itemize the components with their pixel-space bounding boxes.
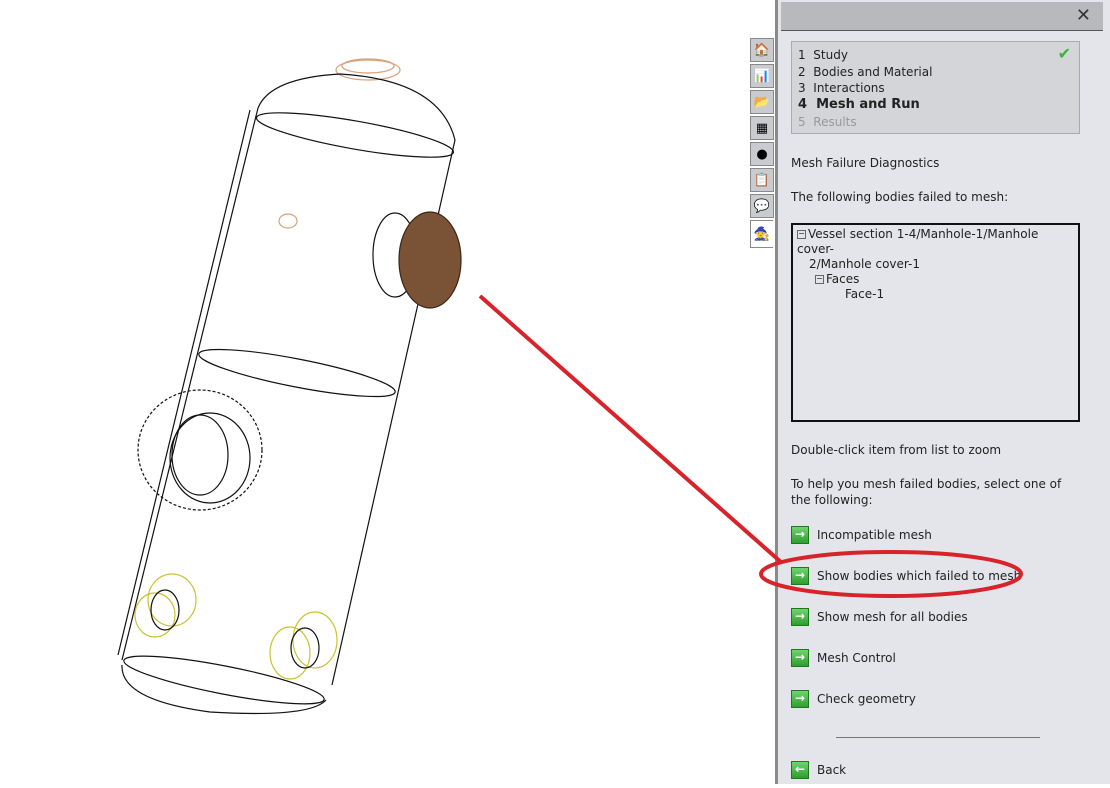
show-failed-bodies-link[interactable]: → Show bodies which failed to mesh [791, 567, 1021, 585]
help-text: To help you mesh failed bodies, select o… [791, 477, 1062, 507]
step-list: ✔ 1 Study 2 Bodies and Material 3 Intera… [791, 41, 1080, 134]
collapse-icon[interactable]: − [815, 275, 824, 284]
show-mesh-all-link[interactable]: → Show mesh for all bodies [791, 608, 968, 626]
manhole-cover [398, 211, 462, 309]
chart-icon[interactable]: 📊 [750, 64, 774, 88]
collapse-icon[interactable]: − [797, 230, 806, 239]
step-bodies-and-material[interactable]: 2 Bodies and Material [798, 64, 1073, 81]
panel-header: ✕ [781, 2, 1103, 31]
notes-icon[interactable]: 📋 [750, 168, 774, 192]
close-icon[interactable]: ✕ [1076, 5, 1091, 26]
arrow-right-icon: → [791, 608, 809, 626]
home-icon[interactable]: 🏠 [750, 38, 774, 62]
side-tabs: 🏠 📊 📂 ▦ ● 📋 💬 🧙 [750, 38, 774, 250]
step-results: 5 Results [798, 114, 857, 129]
step-interactions[interactable]: 3 Interactions [798, 80, 1073, 97]
incompatible-mesh-link[interactable]: → Incompatible mesh [791, 526, 932, 544]
mesh-control-link[interactable]: → Mesh Control [791, 649, 896, 667]
chat-icon[interactable]: 💬 [750, 194, 774, 218]
tree-item-face[interactable]: Face-1 [797, 287, 1074, 302]
step-mesh-and-run[interactable]: 4 Mesh and Run [798, 97, 1073, 114]
step-study[interactable]: 1 Study [798, 47, 1073, 64]
tree-item-body-cont[interactable]: 2/Manhole cover-1 [797, 257, 1074, 272]
simulation-advisor-panel: ✕ ✔ 1 Study 2 Bodies and Material 3 Inte… [775, 0, 1110, 784]
zoom-hint: Double-click item from list to zoom [791, 443, 1002, 457]
arrow-right-icon: → [791, 526, 809, 544]
vessel-model [117, 58, 462, 715]
tree-item-body[interactable]: − Vessel section 1-4/Manhole-1/Manhole co… [797, 227, 1074, 257]
divider [836, 737, 1040, 738]
arrow-right-icon: → [791, 567, 809, 585]
folder-icon[interactable]: 📂 [750, 90, 774, 114]
arrow-left-icon: ← [791, 761, 809, 779]
failed-bodies-label: The following bodies failed to mesh: [791, 190, 1009, 204]
wizard-icon[interactable]: 🧙 [750, 220, 773, 248]
checkmark-icon: ✔ [1057, 44, 1071, 63]
section-title: Mesh Failure Diagnostics [791, 156, 940, 170]
arrow-right-icon: → [791, 649, 809, 667]
failed-bodies-tree[interactable]: − Vessel section 1-4/Manhole-1/Manhole co… [791, 223, 1080, 422]
color-icon[interactable]: ● [750, 142, 774, 166]
tree-item-faces[interactable]: − Faces [797, 272, 1074, 287]
arrow-right-icon: → [791, 690, 809, 708]
cad-viewport[interactable] [0, 0, 748, 784]
layout-icon[interactable]: ▦ [750, 116, 774, 140]
back-link[interactable]: ← Back [791, 761, 846, 779]
check-geometry-link[interactable]: → Check geometry [791, 690, 916, 708]
